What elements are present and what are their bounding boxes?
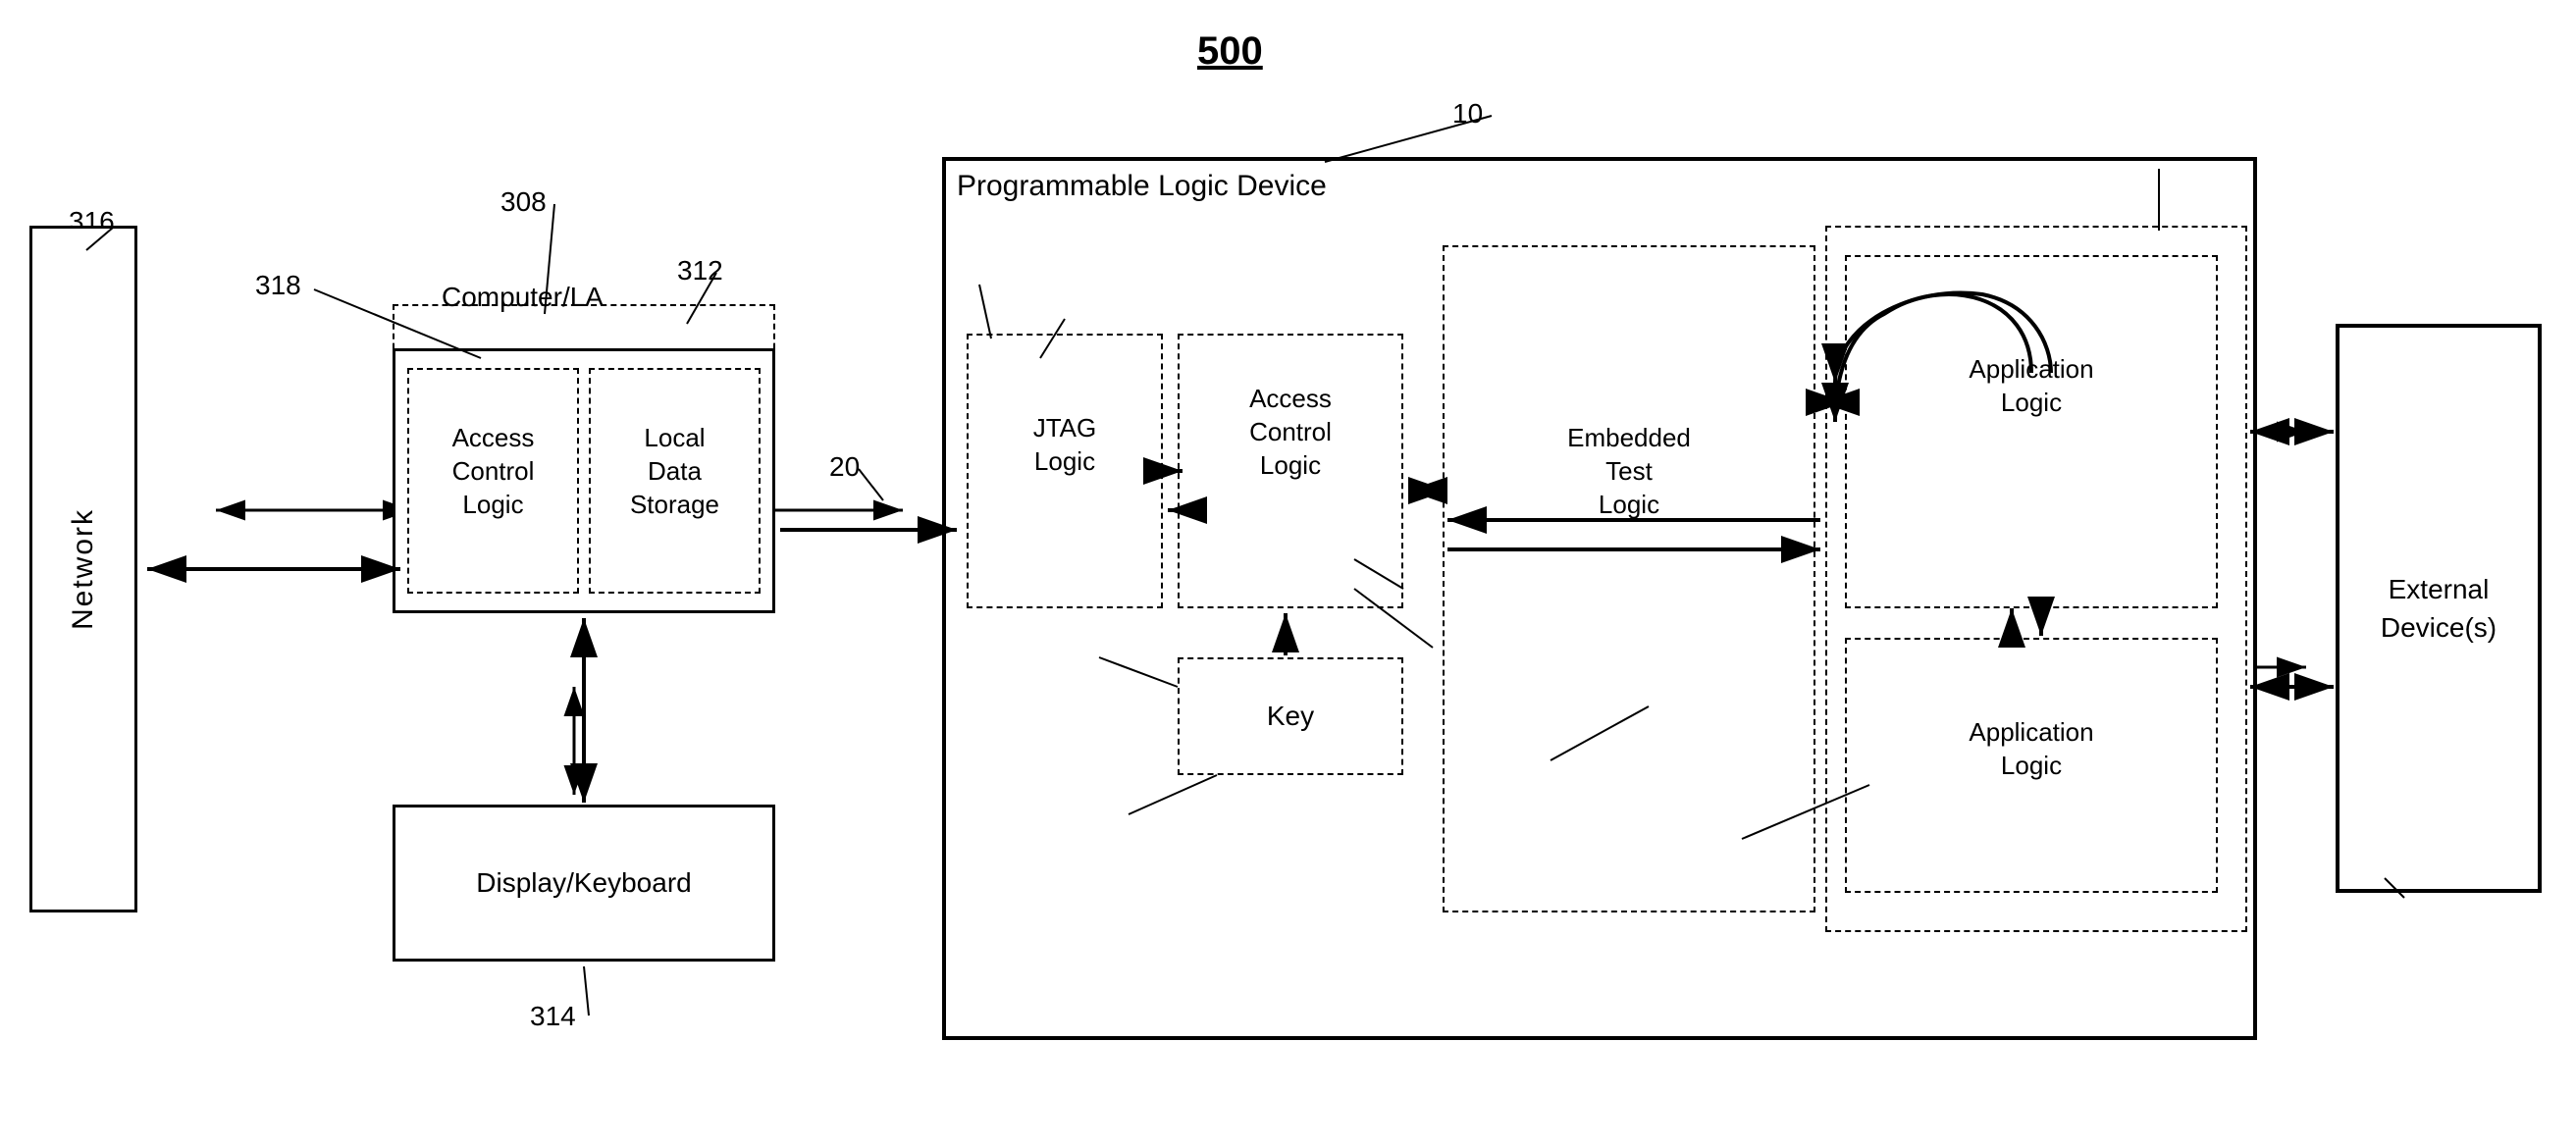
ref-318: 318 bbox=[255, 270, 301, 301]
access-control-logic-label: AccessControlLogic bbox=[412, 422, 574, 521]
diagram-container: 500 10 11 316 308 318 312 13 504 20 310 … bbox=[0, 0, 2576, 1146]
pld-label: Programmable Logic Device bbox=[957, 167, 1327, 205]
ref-308: 308 bbox=[500, 186, 547, 218]
key-box: Key bbox=[1178, 657, 1403, 775]
jtag-logic-label: JTAGLogic bbox=[970, 412, 1160, 479]
display-keyboard-box: Display/Keyboard bbox=[393, 805, 775, 962]
network-label: Network bbox=[67, 508, 100, 630]
display-keyboard-label: Display/Keyboard bbox=[476, 867, 691, 899]
computer-la-label: Computer/LA bbox=[442, 280, 604, 315]
ref-20: 20 bbox=[829, 451, 860, 483]
ref-314: 314 bbox=[530, 1001, 576, 1032]
acl-pld-label: AccessControlLogic bbox=[1183, 383, 1398, 482]
figure-number: 500 bbox=[1197, 29, 1263, 74]
embedded-test-logic-label: EmbeddedTestLogic bbox=[1452, 422, 1806, 521]
network-box: Network bbox=[29, 226, 137, 912]
embedded-test-logic-box bbox=[1443, 245, 1815, 912]
external-devices-box: ExternalDevice(s) bbox=[2336, 324, 2542, 893]
ref-312: 312 bbox=[677, 255, 723, 286]
key-label: Key bbox=[1267, 701, 1314, 732]
ref-10: 10 bbox=[1452, 98, 1483, 130]
local-data-storage-label: LocalDataStorage bbox=[594, 422, 756, 521]
app-logic-outer-box bbox=[1825, 226, 2247, 932]
external-devices-label: ExternalDevice(s) bbox=[2381, 570, 2497, 647]
